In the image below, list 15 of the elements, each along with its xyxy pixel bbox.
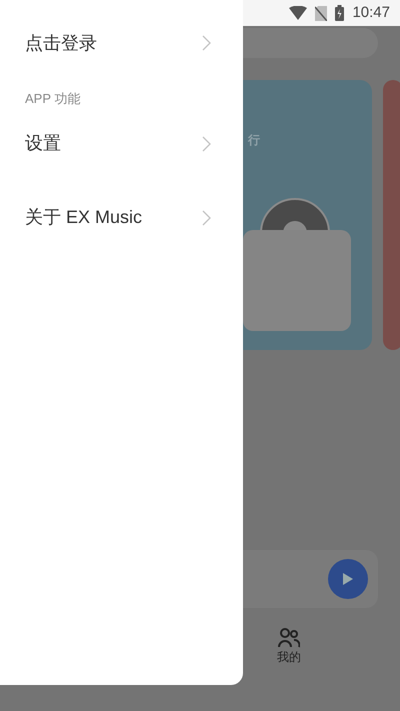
no-sim-icon	[315, 6, 328, 20]
users-icon	[278, 628, 300, 648]
drawer-item[interactable]: 关于 EX Music	[0, 194, 243, 242]
play-button[interactable]	[328, 559, 368, 599]
banner-title: 行	[248, 133, 260, 147]
battery-icon	[335, 5, 344, 21]
drawer-item[interactable]: 设置	[0, 120, 243, 168]
wifi-icon	[289, 6, 308, 20]
chevron-right-icon	[202, 210, 211, 226]
chevron-right-icon	[202, 35, 211, 51]
login-item[interactable]: 点击登录	[0, 0, 243, 86]
play-icon	[343, 573, 353, 585]
chevron-right-icon	[202, 136, 211, 152]
section-title: APP 功能	[24, 90, 82, 108]
clock: 10:47	[352, 2, 390, 23]
